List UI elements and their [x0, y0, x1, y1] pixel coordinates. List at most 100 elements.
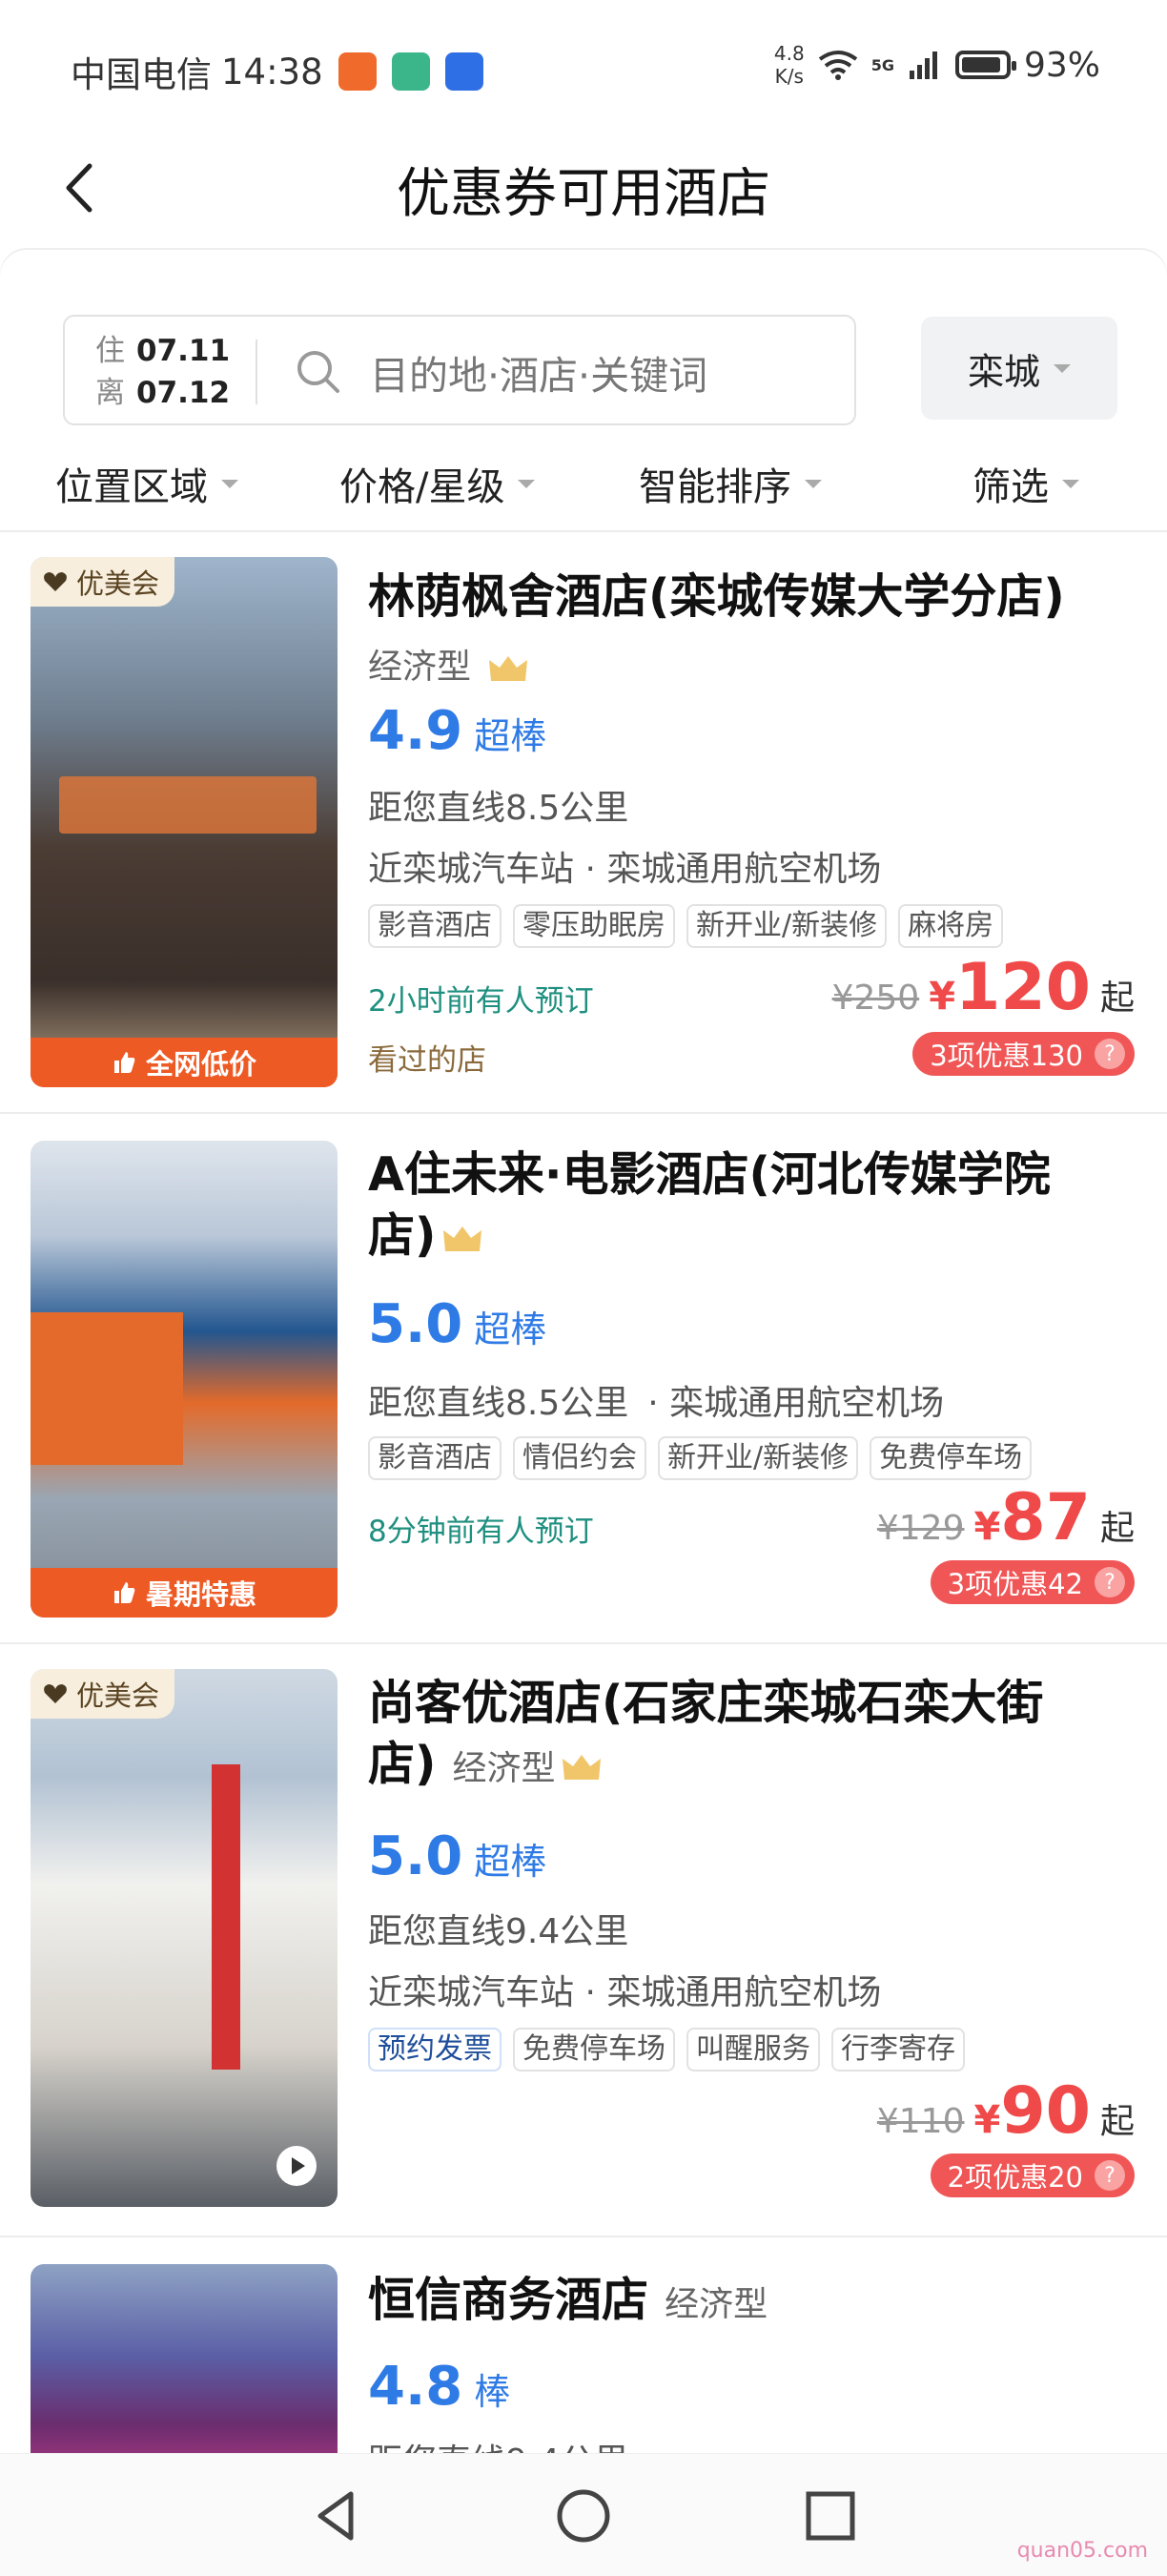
hotel-photo: 优美会 全网低价: [31, 557, 338, 1087]
hotel-photo: [31, 2264, 338, 2453]
clock: 14:38: [221, 51, 323, 93]
rating: 5.0 超棒: [368, 1293, 547, 1355]
help-icon: ?: [1095, 1567, 1125, 1597]
discount-badge[interactable]: 3项优惠42?: [930, 1560, 1135, 1604]
distance: 距您直线8.5公里: [368, 789, 629, 828]
hotel-name[interactable]: 林荫枫舍酒店(栾城传媒大学分店): [368, 567, 1131, 628]
page-title: 优惠券可用酒店: [397, 163, 770, 225]
watermark: quan05.com: [1016, 2539, 1148, 2563]
search-input[interactable]: 目的地·酒店·关键词: [370, 343, 707, 401]
promo-banner: 暑期特惠: [31, 1568, 338, 1618]
hotel-card[interactable]: 暑期特惠 A住未来·电影酒店(河北传媒学院 店) 5.0 超棒 距您直线8.5公里…: [0, 1141, 1167, 1637]
wifi-icon: [818, 51, 857, 80]
tag: 叫醒服务: [686, 2028, 820, 2071]
filter-sort[interactable]: 智能排序: [639, 456, 822, 511]
status-bar: 中国电信 14:38 4.8 K/s 5G 93%: [0, 0, 1167, 134]
hotel-sign: [59, 776, 317, 834]
room-wall: [31, 1312, 183, 1465]
date-selector[interactable]: 住 07.11 离 07.12: [95, 330, 230, 414]
rating: 4.8 棒: [368, 2356, 511, 2418]
status-right: 4.8 K/s 5G 93%: [774, 42, 1100, 88]
chevron-down-icon: [805, 479, 822, 488]
heart-icon: [44, 1684, 67, 1703]
app-notification-icon: [338, 52, 377, 91]
thumbs-up-icon: [113, 1582, 135, 1603]
top-bar: 优惠券可用酒店: [0, 134, 1167, 248]
rating: 5.0 超棒: [368, 1825, 547, 1887]
search-icon: [297, 351, 339, 393]
hotel-sign: [212, 1764, 240, 2070]
hotel-type: 经济型: [368, 639, 529, 689]
current-price: 87: [1000, 1480, 1091, 1556]
rating: 4.9 超棒: [368, 700, 547, 762]
tag: 预约发票: [368, 2028, 502, 2071]
battery-icon: [954, 51, 1016, 79]
chevron-down-icon: [518, 479, 536, 488]
hotel-photo: 优美会: [31, 1669, 338, 2207]
tag-list: 影音酒店 情侣约会 新开业/新装修 免费停车场: [368, 1436, 1033, 1480]
divider: [0, 1642, 1167, 1644]
tag: 免费停车场: [870, 1436, 1033, 1480]
discount-badge[interactable]: 3项优惠130?: [912, 1032, 1135, 1076]
filter-location[interactable]: 位置区域: [55, 456, 238, 511]
viewed-label: 看过的店: [368, 1043, 486, 1078]
hotel-name[interactable]: 恒信商务酒店 经济型: [368, 2270, 1131, 2336]
city-selector[interactable]: 栾城: [921, 317, 1117, 420]
recent-booking: 8分钟前有人预订: [368, 1515, 594, 1549]
chevron-down-icon: [1062, 479, 1079, 488]
original-price: ¥129: [876, 1509, 965, 1548]
current-price: 90: [1000, 2073, 1091, 2149]
filter-more[interactable]: 筛选: [972, 456, 1079, 511]
divider: [256, 340, 257, 404]
distance: 距您直线9.4公里: [368, 1912, 629, 1951]
play-video-icon[interactable]: [276, 2146, 317, 2186]
nearby-location: 近栾城汽车站 · 栾城通用航空机场: [368, 1973, 882, 2012]
carrier-label: 中国电信: [71, 54, 212, 95]
tag: 情侣约会: [513, 1436, 646, 1480]
tag: 行李寄存: [831, 2028, 965, 2071]
price: ¥110 ¥90 起: [876, 2073, 1135, 2149]
hotel-name[interactable]: A住未来·电影酒店(河北传媒学院 店): [368, 1144, 1131, 1267]
nav-back-icon[interactable]: [303, 2483, 370, 2549]
chevron-down-icon: [221, 479, 238, 488]
current-price: 120: [955, 950, 1091, 1025]
tag: 免费停车场: [513, 2028, 675, 2071]
divider: [0, 530, 1167, 532]
discount-badge[interactable]: 2项优惠20?: [930, 2154, 1135, 2197]
tag: 影音酒店: [368, 1436, 502, 1480]
hotel-card[interactable]: 优美会 尚客优酒店(石家庄栾城石栾大街 店) 经济型 5.0 超棒 距您直线9.4…: [0, 1669, 1167, 2222]
chevron-down-icon: [1054, 363, 1071, 373]
status-left: 中国电信 14:38: [71, 46, 483, 97]
tag: 新开业/新装修: [658, 1436, 859, 1480]
hotel-type: 经济型: [452, 1749, 556, 1788]
filter-bar: 位置区域 价格/星级 智能排序 筛选: [0, 448, 1167, 525]
nav-home-icon[interactable]: [550, 2483, 617, 2549]
vip-badge: 优美会: [31, 1669, 175, 1719]
system-nav-bar: quan05.com: [0, 2453, 1167, 2576]
heart-icon: [44, 572, 67, 591]
distance: 距您直线9.4公里: [368, 2434, 628, 2453]
hotel-card[interactable]: 恒信商务酒店 经济型 4.8棒 距您直线9.4公里: [0, 2264, 1167, 2453]
search-bar[interactable]: 住 07.11 离 07.12 目的地·酒店·关键词: [63, 315, 856, 425]
divider: [0, 2236, 1167, 2237]
price: ¥250 ¥120 起: [831, 950, 1135, 1025]
tag: 麻将房: [898, 904, 1004, 948]
divider: [0, 1112, 1167, 1114]
checkout-date: 07.12: [136, 376, 231, 410]
original-price: ¥250: [831, 979, 920, 1018]
checkin-date: 07.11: [136, 334, 231, 368]
tag-list: 影音酒店 零压助眠房 新开业/新装修 麻将房: [368, 904, 1004, 948]
nearby-location: 近栾城汽车站 · 栾城通用航空机场: [368, 850, 882, 889]
home-app-icon: [391, 52, 430, 91]
nav-recents-icon[interactable]: [797, 2483, 864, 2549]
thumbs-up-icon: [113, 1052, 135, 1073]
crown-icon: [489, 656, 528, 681]
filter-price-star[interactable]: 价格/星级: [339, 456, 536, 511]
signal-type: 5G: [870, 55, 894, 74]
network-speed: 4.8 K/s: [773, 42, 805, 88]
hotel-card[interactable]: 优美会 全网低价 林荫枫舍酒店(栾城传媒大学分店) 经济型 4.9 超棒 距您直线…: [0, 557, 1167, 1110]
original-price: ¥110: [876, 2102, 965, 2141]
crown-icon: [443, 1226, 482, 1251]
hotel-name[interactable]: 尚客优酒店(石家庄栾城石栾大街 店) 经济型: [368, 1673, 1131, 1800]
hotel-photo: 暑期特惠: [31, 1141, 338, 1618]
